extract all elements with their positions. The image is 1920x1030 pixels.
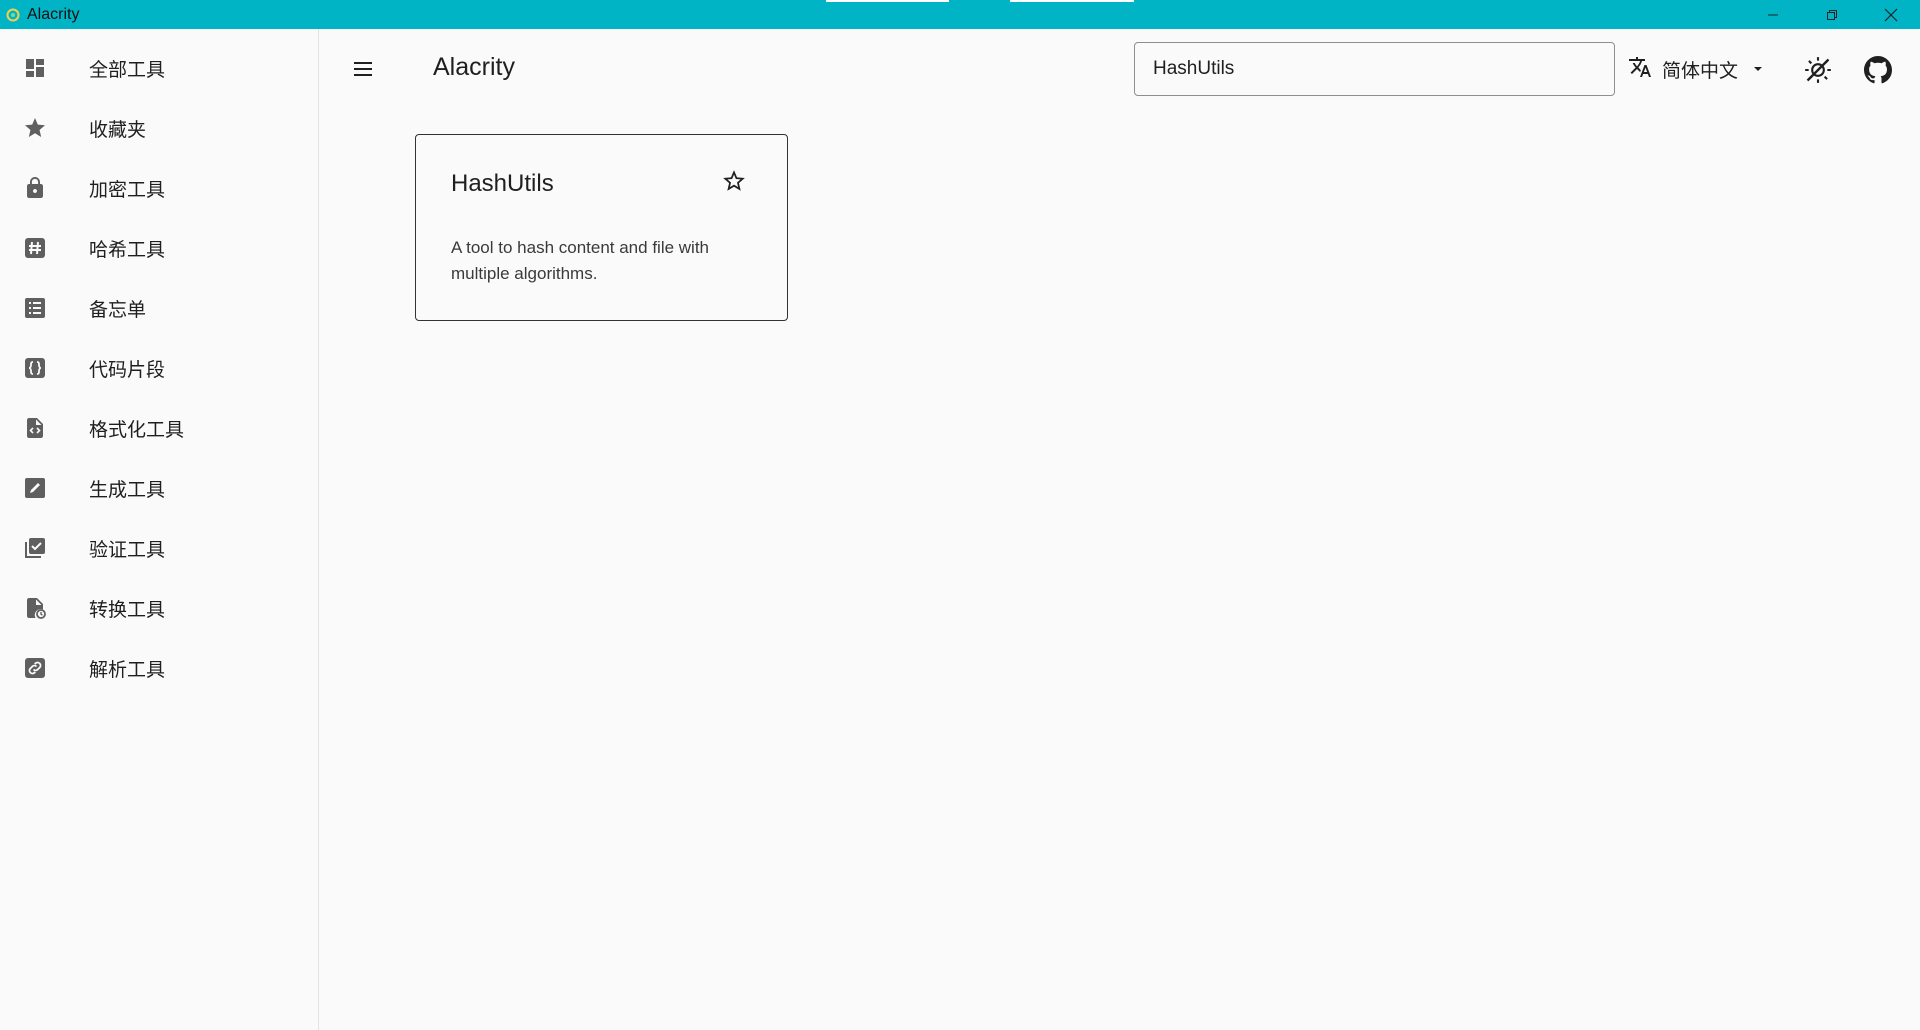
titlebar-indicator (826, 0, 949, 2)
theme-toggle-icon (1805, 57, 1831, 83)
star-icon (22, 115, 48, 141)
file-code-icon (22, 415, 48, 441)
github-button[interactable] (1860, 52, 1896, 88)
page-title: Alacrity (433, 53, 515, 81)
card-description: A tool to hash content and file with mul… (451, 238, 710, 283)
card-title: HashUtils (451, 170, 554, 197)
sidebar-item-label: 生成工具 (89, 479, 166, 501)
window-title: Alacrity (27, 5, 80, 23)
minimize-button[interactable] (1743, 0, 1802, 29)
language-label: 简体中文 (1662, 60, 1739, 82)
chevron-down-icon (1752, 63, 1764, 75)
tool-card[interactable]: HashUtils A tool to hash content and fil… (415, 134, 788, 321)
window-titlebar[interactable]: Alacrity (0, 0, 1920, 29)
menu-icon (354, 62, 372, 76)
titlebar-indicator (1010, 0, 1134, 2)
sidebar-item-validators[interactable]: 验证工具 (0, 518, 318, 578)
restore-button[interactable] (1802, 0, 1861, 29)
sidebar-item-cheatsheet[interactable]: 备忘单 (0, 278, 318, 338)
language-select[interactable]: 简体中文 (1628, 50, 1772, 88)
sidebar-item-generators[interactable]: 生成工具 (0, 458, 318, 518)
dashboard-icon (22, 55, 48, 81)
sidebar-item-parsers[interactable]: 解析工具 (0, 638, 318, 698)
sidebar-item-encryption[interactable]: 加密工具 (0, 158, 318, 218)
search-field[interactable] (1134, 42, 1615, 96)
file-convert-icon (22, 595, 48, 621)
sidebar-item-formatters[interactable]: 格式化工具 (0, 398, 318, 458)
sidebar-item-snippets[interactable]: 代码片段 (0, 338, 318, 398)
restore-icon (1826, 9, 1837, 20)
sidebar-item-label: 格式化工具 (89, 419, 185, 441)
sidebar-item-label: 验证工具 (89, 539, 166, 561)
hash-icon (22, 235, 48, 261)
close-icon (1884, 8, 1897, 21)
sidebar-item-label: 收藏夹 (89, 119, 147, 141)
translate-icon (1628, 55, 1652, 84)
sidebar-item-label: 转换工具 (89, 599, 166, 621)
list-icon (22, 295, 48, 321)
sidebar-item-converters[interactable]: 转换工具 (0, 578, 318, 638)
app-logo-icon (5, 7, 21, 23)
sidebar-item-label: 备忘单 (89, 299, 147, 321)
sidebar-item-hash[interactable]: 哈希工具 (0, 218, 318, 278)
sidebar-item-favorites[interactable]: 收藏夹 (0, 98, 318, 158)
link-box-icon (22, 655, 48, 681)
sidebar-nav: 全部工具 收藏夹 加密工具 哈希工具 备忘单 代码片段 格式化工具 生成工具 验… (0, 29, 319, 1030)
theme-toggle-button[interactable] (1800, 52, 1836, 88)
github-icon (1864, 56, 1892, 84)
star-outline-icon (723, 170, 745, 191)
lock-icon (22, 175, 48, 201)
sidebar-item-label: 全部工具 (89, 59, 166, 81)
favorite-button[interactable] (719, 166, 749, 196)
sidebar-item-label: 解析工具 (89, 659, 166, 681)
edit-box-icon (22, 475, 48, 501)
menu-button[interactable] (346, 52, 380, 86)
window-controls (1743, 0, 1920, 29)
sidebar-item-all-tools[interactable]: 全部工具 (0, 38, 318, 98)
checklist-icon (22, 535, 48, 561)
minimize-icon (1767, 14, 1778, 15)
code-braces-icon (22, 355, 48, 381)
sidebar-item-label: 代码片段 (89, 359, 166, 381)
close-button[interactable] (1861, 0, 1920, 29)
sidebar-item-label: 加密工具 (89, 179, 166, 201)
sidebar-item-label: 哈希工具 (89, 239, 166, 261)
search-input[interactable] (1153, 43, 1593, 95)
